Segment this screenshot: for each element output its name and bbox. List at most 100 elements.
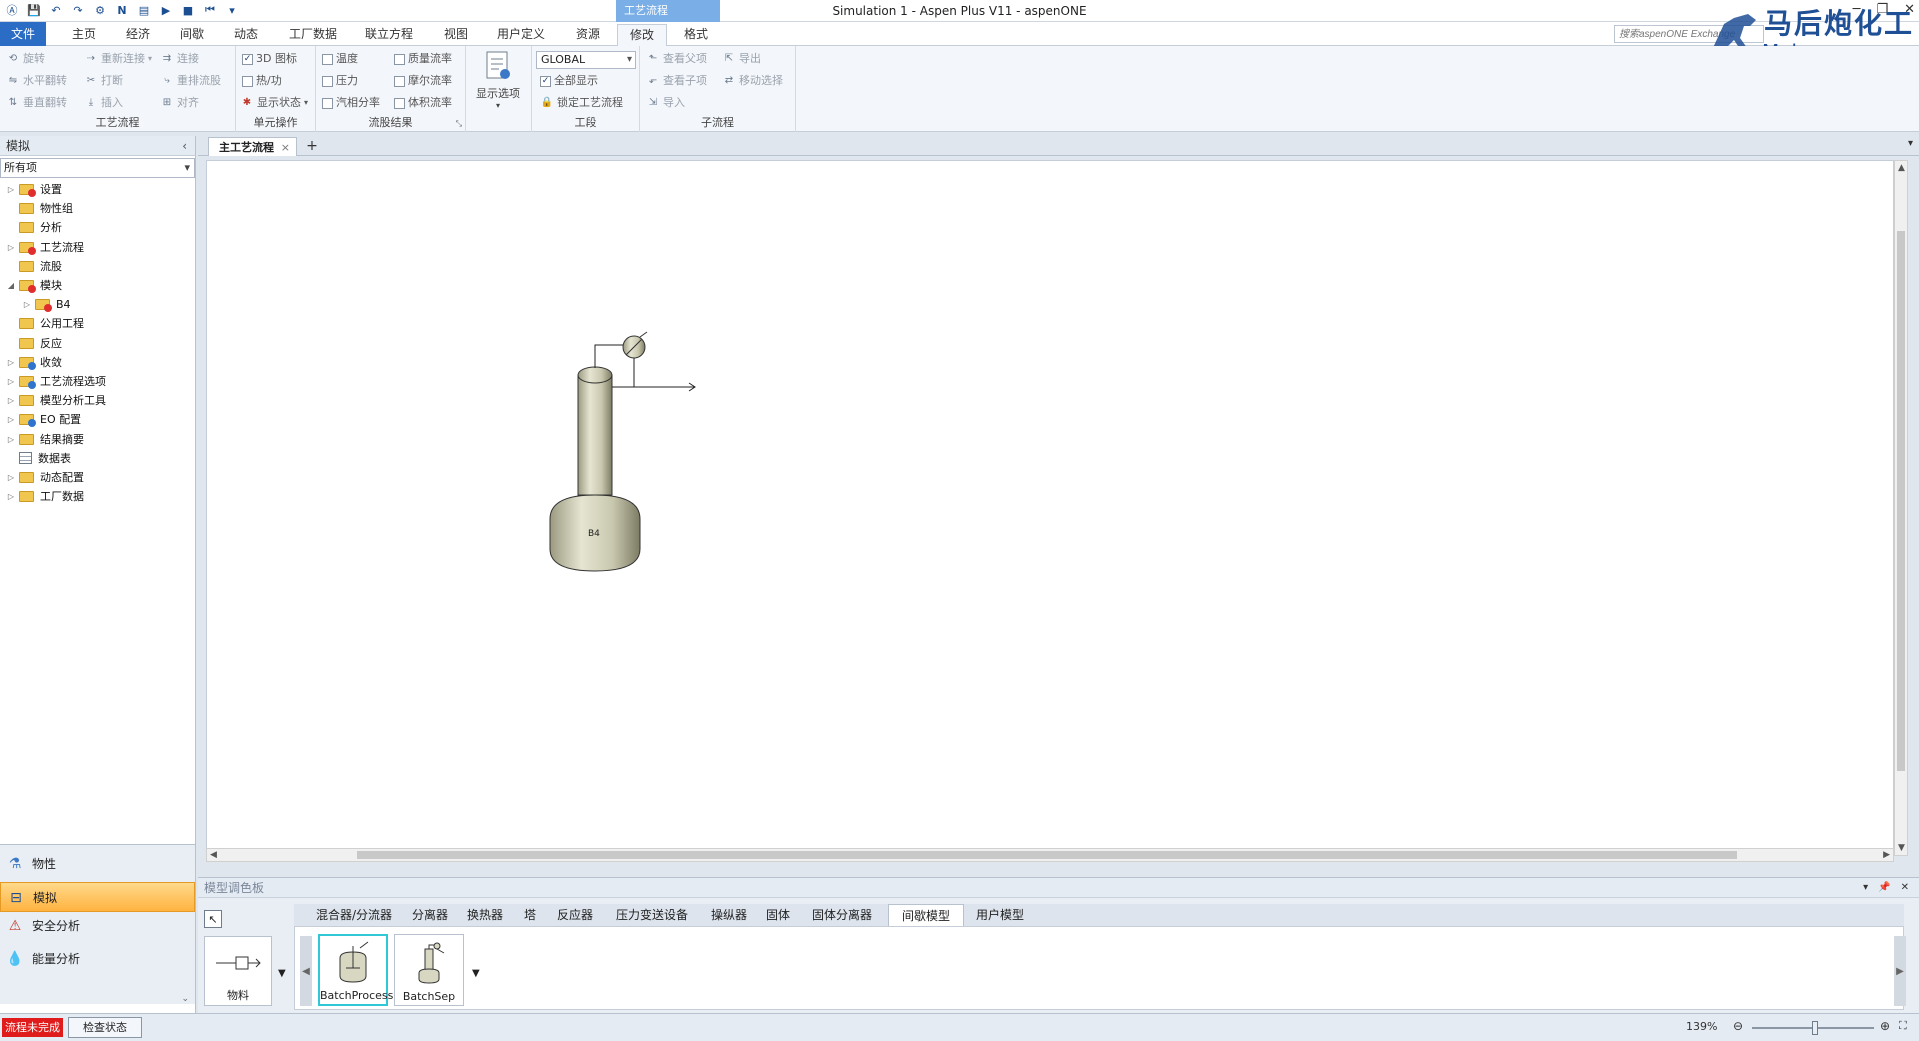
ptab-batch-models[interactable]: 间歇模型 <box>888 904 964 926</box>
nav-section-simulation[interactable]: ⊟ 模拟 <box>0 882 195 912</box>
nav-filter-select[interactable]: 所有项 <box>0 158 195 178</box>
pressure-checkbox[interactable]: 压力 <box>322 72 358 90</box>
redo-icon[interactable]: ↷ <box>70 2 86 18</box>
tree-item[interactable]: 数据表 <box>6 449 71 468</box>
maximize-icon[interactable]: ❐ <box>1876 2 1888 17</box>
tree-item[interactable]: 物性组 <box>6 199 73 218</box>
tree-item[interactable]: ▷ 工厂数据 <box>6 487 84 506</box>
expand-icon[interactable]: ▷ <box>6 487 16 506</box>
temperature-checkbox[interactable]: 温度 <box>322 50 358 68</box>
ptab-solids[interactable]: 固体 <box>760 904 796 926</box>
distillate-stream[interactable] <box>634 382 696 392</box>
reroute-button[interactable]: ⤷ 重排流股 <box>160 72 221 90</box>
sections-menu-icon[interactable]: ⌄ <box>181 994 189 1004</box>
tab-plant-data[interactable]: 工厂数据 <box>280 24 346 46</box>
select-pointer-tool[interactable]: ↖ <box>204 910 222 928</box>
ptab-pressure-changers[interactable]: 压力变送设备 <box>608 904 696 926</box>
scroll-right-icon[interactable]: ▶ <box>1883 850 1890 860</box>
tab-view[interactable]: 视图 <box>432 24 480 46</box>
expanded-icon[interactable]: ◢ <box>6 276 16 295</box>
export-button[interactable]: ⇱ 导出 <box>722 50 761 68</box>
tab-equation-oriented[interactable]: 联立方程 <box>356 24 422 46</box>
exchange-search-input[interactable] <box>1614 25 1764 43</box>
tree-item[interactable]: ▷ 收敛 <box>6 353 62 372</box>
palette-scroll-right[interactable]: ▶ <box>1894 936 1906 1006</box>
import-button[interactable]: ⇲ 导入 <box>646 94 685 112</box>
stop-icon[interactable]: ■ <box>180 2 196 18</box>
view-child-button[interactable]: ⬐ 查看子项 <box>646 72 707 90</box>
ptab-separators[interactable]: 分离器 <box>406 904 454 926</box>
nav-section-properties[interactable]: ⚗ 物性 <box>0 849 195 879</box>
stream-type-dropdown-icon[interactable]: ▼ <box>278 968 286 979</box>
tab-file[interactable]: 文件 <box>0 22 46 46</box>
undo-icon[interactable]: ↶ <box>48 2 64 18</box>
scroll-left-icon[interactable]: ◀ <box>210 850 217 860</box>
add-tab-icon[interactable]: + <box>304 137 320 155</box>
tab-customize[interactable]: 用户定义 <box>488 24 554 46</box>
view-parent-button[interactable]: ⬑ 查看父项 <box>646 50 707 68</box>
ptab-exchangers[interactable]: 换热器 <box>460 904 510 926</box>
nav-section-energy[interactable]: 💧 能量分析 <box>0 944 195 974</box>
material-stream-tool[interactable]: 物料 <box>204 936 272 1006</box>
ptab-reactors[interactable]: 反应器 <box>550 904 600 926</box>
ptab-user-models[interactable]: 用户模型 <box>970 904 1030 926</box>
tree-item[interactable]: ▷ 设置 <box>6 180 62 199</box>
palette-menu-icon[interactable]: ▾ <box>1863 878 1868 898</box>
next-icon[interactable]: N <box>114 2 130 18</box>
rotate-button[interactable]: ⟲ 旋转 <box>6 50 45 68</box>
nav-section-safety[interactable]: ⚠ 安全分析 <box>0 911 195 941</box>
vscroll-thumb[interactable] <box>1897 231 1905 771</box>
align-button[interactable]: ⊞ 对齐 <box>160 94 199 112</box>
tree-item[interactable]: ▷ 动态配置 <box>6 468 84 487</box>
mole-flow-checkbox[interactable]: 摩尔流率 <box>394 72 452 90</box>
tree-item[interactable]: ▷ EO 配置 <box>6 410 81 429</box>
reconnect-button[interactable]: ⇢ 重新连接 ▾ <box>84 50 152 68</box>
tree-item[interactable]: ▷ 工艺流程选项 <box>6 372 106 391</box>
zoom-out-icon[interactable]: ⊖ <box>1733 1019 1743 1033</box>
tab-home[interactable]: 主页 <box>60 24 108 46</box>
collapse-icon[interactable]: ‹ <box>182 136 187 156</box>
customize-qa-icon[interactable]: ▾ <box>224 2 240 18</box>
expand-icon[interactable]: ▷ <box>6 468 16 487</box>
scroll-down-icon[interactable]: ▼ <box>1898 843 1905 853</box>
flowsheet-canvas[interactable]: B4 <box>206 160 1894 856</box>
check-status-button[interactable]: 检查状态 <box>68 1017 142 1038</box>
palette-scroll-left[interactable]: ◀ <box>300 936 312 1006</box>
pin-icon[interactable]: 📌 <box>1878 878 1890 898</box>
tree-item[interactable]: ▷ 工艺流程 <box>6 238 84 257</box>
icons3d-checkbox[interactable]: ✓ 3D 图标 <box>242 50 297 68</box>
batchsep-block-b4[interactable] <box>549 331 695 572</box>
dialog-launcher-icon[interactable]: ⤡ <box>456 119 462 129</box>
section-select[interactable]: GLOBAL <box>536 51 636 69</box>
model-batchsep[interactable]: BatchSep <box>394 934 464 1006</box>
vapor-fraction-checkbox[interactable]: 汽相分率 <box>322 94 380 112</box>
control-panel-icon[interactable]: ▤ <box>136 2 152 18</box>
break-button[interactable]: ✂ 打断 <box>84 72 123 90</box>
tree-item[interactable]: ◢ 模块 <box>6 276 62 295</box>
tree-item[interactable]: 反应 <box>6 334 62 353</box>
horizontal-scrollbar[interactable]: ◀ ▶ <box>206 848 1894 862</box>
tab-resources[interactable]: 资源 <box>562 24 614 46</box>
save-icon[interactable]: 💾 <box>26 2 42 18</box>
expand-icon[interactable]: ▷ <box>6 430 16 449</box>
ptab-solids-separators[interactable]: 固体分离器 <box>804 904 880 926</box>
tree-item[interactable]: 流股 <box>6 257 62 276</box>
tree-item[interactable]: ▷ B4 <box>22 295 71 314</box>
show-all-checkbox[interactable]: ✓ 全部显示 <box>540 72 598 90</box>
zoom-slider-thumb[interactable] <box>1812 1021 1818 1035</box>
aspen-logo-icon[interactable]: Ⓐ <box>4 2 20 18</box>
zoom-in-icon[interactable]: ⊕ <box>1880 1019 1890 1033</box>
tree-item[interactable]: ▷ 模型分析工具 <box>6 391 106 410</box>
close-icon[interactable]: ✕ <box>1904 2 1915 17</box>
model-variant-dropdown-icon[interactable]: ▼ <box>472 968 480 979</box>
show-status-button[interactable]: ✱ 显示状态 ▾ <box>240 94 308 112</box>
insert-button[interactable]: ⤓ 插入 <box>84 94 123 112</box>
minimize-icon[interactable]: ─ <box>1853 2 1861 17</box>
display-options-button[interactable]: 显示选项 ▾ <box>472 50 524 114</box>
close-tab-icon[interactable]: × <box>281 138 290 157</box>
run-icon[interactable]: ▶ <box>158 2 174 18</box>
tab-economics[interactable]: 经济 <box>114 24 162 46</box>
expand-icon[interactable]: ▷ <box>6 410 16 429</box>
reset-icon[interactable]: ⏮ <box>202 2 218 18</box>
heat-work-checkbox[interactable]: 热/功 <box>242 72 282 90</box>
